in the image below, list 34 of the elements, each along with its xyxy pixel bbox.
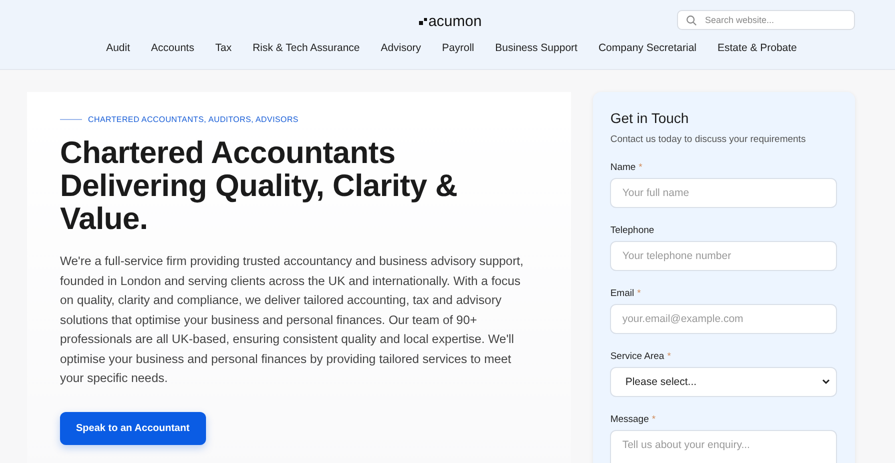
message-field[interactable]: Tell us about your enquiry... xyxy=(610,430,838,463)
field-label: Telephone xyxy=(610,225,654,236)
search-field[interactable]: Search website... xyxy=(677,10,855,30)
nav-link[interactable]: Tax xyxy=(215,42,232,54)
required-mark: * xyxy=(637,288,641,299)
required-mark: * xyxy=(667,351,671,362)
search-icon xyxy=(686,15,697,26)
nav-link[interactable]: Audit xyxy=(106,42,130,54)
nav-link[interactable]: Accounts xyxy=(151,42,194,54)
required-mark: * xyxy=(638,162,642,173)
eyebrow-text: CHARTERED ACCOUNTANTS, AUDITORS, ADVISORS xyxy=(88,115,298,124)
nav-link[interactable]: Business Support xyxy=(495,42,578,54)
required-mark: * xyxy=(652,414,656,425)
field-label: Email xyxy=(610,288,634,299)
form-title: Get in Touch xyxy=(610,110,690,126)
logo[interactable]: acumon xyxy=(428,12,482,30)
field-label: Name xyxy=(610,162,636,173)
input-field[interactable]: your.email@example.com xyxy=(610,304,838,334)
nav-link[interactable]: Company Secretarial xyxy=(598,42,697,54)
nav-link[interactable]: Payroll xyxy=(442,42,474,54)
hero-title: Chartered Accountants Delivering Quality, Clarity & Value. xyxy=(60,136,458,235)
field-label: Service Area xyxy=(610,351,664,362)
logo-icon xyxy=(419,17,428,25)
nav-link[interactable]: Risk & Tech Assurance xyxy=(252,42,360,54)
input-field[interactable]: Your full name xyxy=(610,178,838,208)
nav-link[interactable]: Estate & Probate xyxy=(718,42,797,54)
nav-link[interactable]: Advisory xyxy=(380,42,422,54)
select-field[interactable]: Please select... xyxy=(610,367,838,397)
form-subtitle: Contact us today to discuss your requirements xyxy=(610,134,807,145)
chevron-icon xyxy=(822,379,830,385)
hero-description: We're a full-service firm providing trusted accountancy and business advisory support, founded in London and serving clients across the UK and internationally. With a focus on quality, clarity and compliance, we deliver tailored accounting, tax and advisory solutions that optimise your business and personal finances. Our team of 90+ professionals are all UK-based, ensuring consistent quality and local expertise. We'll optimise your business and personal finances by providing tailored services to meet your specific needs. xyxy=(60,253,524,387)
speak-to-accountant-button[interactable]: Speak to an Accountant xyxy=(60,412,206,444)
input-field[interactable]: Your telephone number xyxy=(610,241,838,271)
field-label: Message xyxy=(610,414,649,425)
